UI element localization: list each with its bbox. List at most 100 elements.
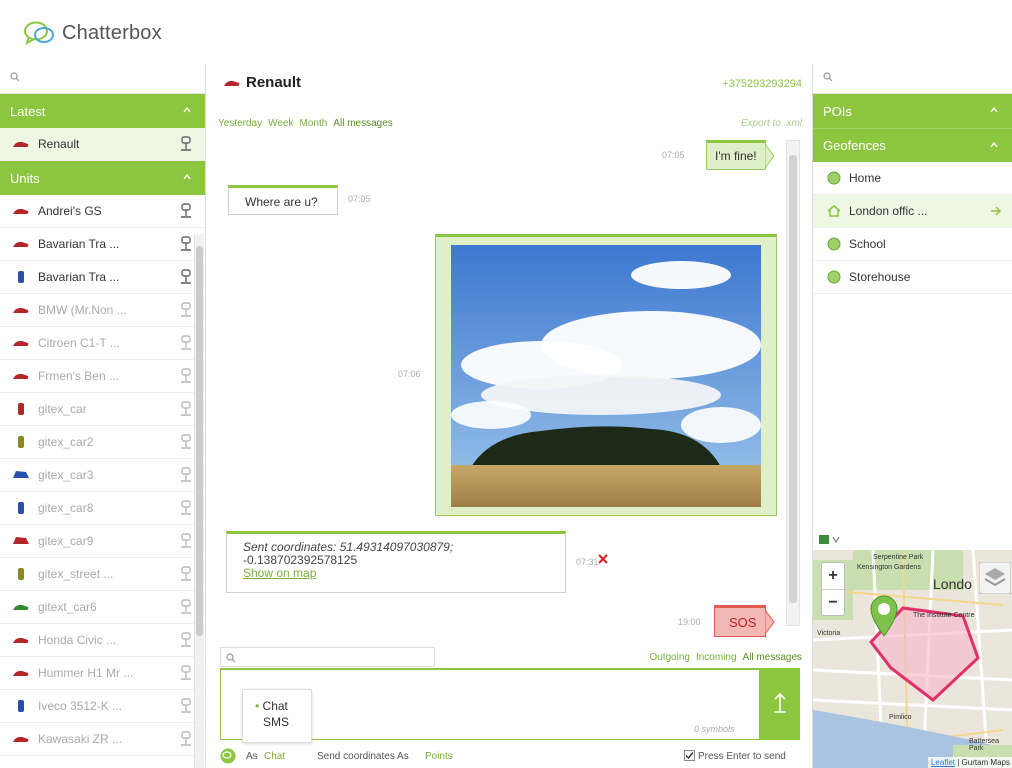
symbols-counter: 0 symbols — [694, 724, 735, 734]
message-image[interactable] — [435, 234, 777, 516]
map-layers-toggle[interactable] — [819, 534, 843, 549]
filter-all-messages[interactable]: All messages — [743, 652, 802, 663]
send-button[interactable] — [760, 668, 800, 740]
app-header: Chatterbox — [0, 0, 1012, 64]
message-search[interactable] — [220, 647, 435, 667]
filter-week[interactable]: Week — [268, 118, 293, 129]
map-zoom-control: + − — [821, 562, 845, 616]
unit-label: gitext_car6 — [38, 600, 97, 614]
scrollbar-thumb[interactable] — [789, 155, 797, 603]
geofence-row[interactable]: School — [813, 228, 1012, 261]
units-scrollbar[interactable] — [194, 234, 204, 768]
units-header[interactable]: Units — [0, 161, 205, 195]
map-label: Serpentine Park — [873, 554, 924, 561]
unit-label: Frmen's Ben ... — [38, 369, 119, 383]
scrollbar-thumb[interactable] — [196, 246, 203, 636]
send-arrow-icon — [774, 692, 786, 713]
chat-phone: +375293293294 — [722, 78, 802, 90]
pois-header[interactable]: POIs — [813, 94, 1012, 128]
mode-option-chat[interactable]: • Chat — [255, 698, 311, 714]
geo-search-input[interactable] — [837, 69, 1007, 89]
message-time: 19:00 — [678, 617, 701, 627]
map-marker-icon[interactable] — [869, 594, 899, 638]
chat-scrollbar[interactable] — [786, 140, 800, 626]
unit-row[interactable]: Kawasaki ZR ... — [0, 723, 205, 756]
unit-row[interactable]: Frmen's Ben ... — [0, 360, 205, 393]
unit-row[interactable]: Honda Civic ... — [0, 624, 205, 657]
unit-row[interactable]: gitex_street ... — [0, 558, 205, 591]
arrow-right-icon[interactable] — [990, 205, 1002, 217]
geofence-row[interactable]: Home — [813, 162, 1012, 195]
unit-label: Honda Civic ... — [38, 633, 117, 647]
car-icon — [13, 670, 29, 676]
filter-yesterday[interactable]: Yesterday — [218, 118, 262, 129]
unit-status-icon — [181, 665, 191, 680]
unit-row[interactable]: Andrei's GS — [0, 195, 205, 228]
unit-row[interactable]: gitex_car9 — [0, 525, 205, 558]
car-icon — [224, 80, 240, 86]
mode-option-label: Chat — [262, 699, 288, 713]
unit-row[interactable]: gitex_car3 — [0, 459, 205, 492]
message-sos: SOS — [714, 605, 766, 637]
zoom-out-button[interactable]: − — [822, 589, 844, 615]
unit-row[interactable]: BMW (Mr.Non ... — [0, 294, 205, 327]
mode-option-label: SMS — [263, 715, 290, 729]
geofence-row[interactable]: Storehouse — [813, 261, 1012, 294]
attribution-text: | Gurtam Maps — [957, 758, 1010, 767]
unit-status-icon — [181, 302, 191, 317]
leaflet-link[interactable]: Leaflet — [931, 758, 955, 767]
message-text: Where are u? — [245, 195, 318, 209]
unit-row[interactable]: gitex_car8 — [0, 492, 205, 525]
units-search-input[interactable] — [24, 69, 194, 89]
unit-row[interactable]: Citroen C1-T ... — [0, 327, 205, 360]
latest-item-renault[interactable]: Renault — [0, 128, 205, 161]
car-icon — [13, 373, 29, 379]
geofence-row[interactable]: London offic ... — [813, 195, 1012, 228]
unit-row[interactable]: Bavarian Tra ... — [0, 261, 205, 294]
filter-outgoing[interactable]: Outgoing — [649, 652, 690, 663]
as-chat-link[interactable]: Chat — [264, 751, 285, 762]
search-icon — [226, 653, 236, 663]
zoom-in-button[interactable]: + — [822, 563, 844, 589]
unit-row[interactable]: gitext_car6 — [0, 591, 205, 624]
unit-status-icon — [181, 368, 191, 383]
unit-status-icon — [181, 269, 191, 284]
unit-label: Andrei's GS — [38, 204, 102, 218]
failed-x-icon[interactable] — [598, 554, 608, 564]
show-on-map-link[interactable]: Show on map — [243, 567, 565, 580]
filter-all-messages[interactable]: All messages — [333, 118, 392, 129]
map-label: Pimlico — [889, 714, 912, 721]
unit-status-icon — [181, 599, 191, 614]
unit-row[interactable]: Iveco 3512-K ... — [0, 690, 205, 723]
latest-header-label: Latest — [10, 103, 46, 119]
unit-status-icon — [181, 632, 191, 647]
unit-row[interactable]: Hummer H1 Mr ... — [0, 657, 205, 690]
geofences-header[interactable]: Geofences — [813, 128, 1012, 162]
unit-status-icon — [181, 500, 191, 515]
filter-month[interactable]: Month — [300, 118, 328, 129]
unit-label: Bavarian Tra ... — [38, 237, 120, 251]
units-list: Andrei's GS Bavarian Tra ... Bavarian Tra … — [0, 195, 205, 756]
press-enter-checkbox[interactable] — [684, 750, 695, 761]
export-link[interactable]: Export to .xml — [741, 118, 802, 129]
unit-row[interactable]: gitex_car2 — [0, 426, 205, 459]
unit-row[interactable]: Bavarian Tra ... — [0, 228, 205, 261]
circle-icon — [827, 270, 841, 284]
latest-header[interactable]: Latest — [0, 94, 205, 128]
unit-label: gitex_street ... — [38, 567, 114, 581]
bubble-tail-icon — [765, 610, 775, 634]
layers-stack-icon[interactable] — [979, 562, 1011, 594]
send-coords-points-link[interactable]: Points — [425, 751, 453, 762]
map-view[interactable]: Serpentine Park Kensington Gardens Londo… — [813, 550, 1012, 768]
unit-row[interactable]: gitex_car — [0, 393, 205, 426]
message-time: 07:31 — [576, 557, 599, 567]
press-enter-label: Press Enter to send — [698, 751, 786, 762]
direction-filters: Outgoing Incoming All messages — [643, 652, 802, 663]
chat-mode-icon[interactable] — [220, 748, 236, 764]
truck-icon — [13, 537, 29, 544]
mode-option-sms[interactable]: SMS — [255, 714, 311, 730]
chevron-up-icon — [990, 106, 998, 113]
send-mode-menu: • Chat SMS — [242, 689, 312, 743]
photo-landscape-icon — [451, 245, 761, 507]
filter-incoming[interactable]: Incoming — [696, 652, 737, 663]
